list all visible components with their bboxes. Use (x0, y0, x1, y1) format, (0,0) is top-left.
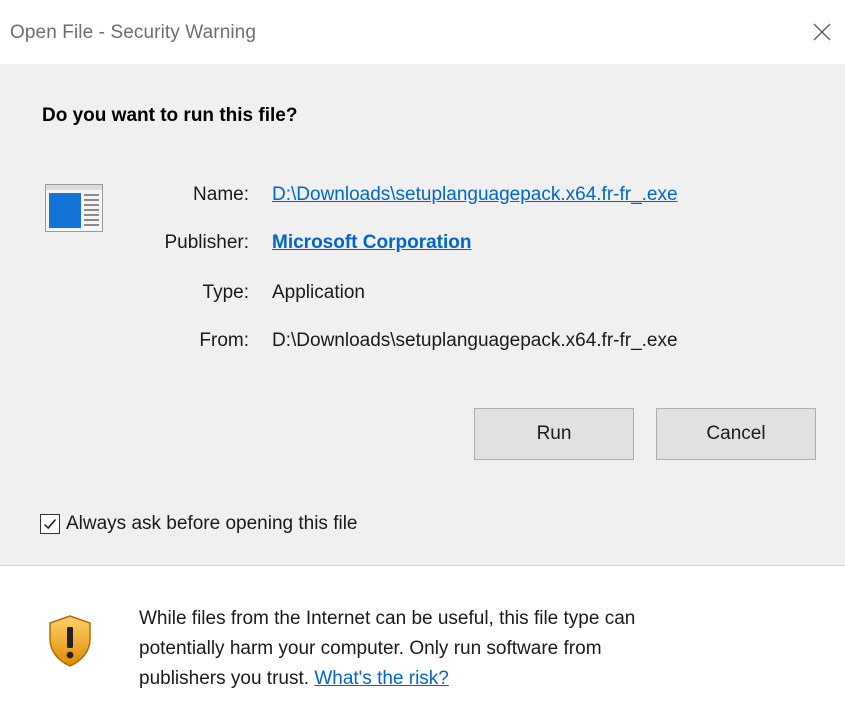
publisher-label: Publisher: (164, 232, 250, 253)
always-ask-checkbox-row[interactable]: Always ask before opening this file (40, 510, 358, 538)
warning-line-1: While files from the Internet can be use… (139, 608, 636, 629)
type-row: Type: Application (0, 282, 845, 312)
run-button[interactable]: Run (474, 408, 634, 460)
cancel-button[interactable]: Cancel (656, 408, 816, 460)
security-warning-dialog: Open File - Security Warning Do you want… (0, 0, 845, 721)
from-row: From: D:\Downloads\setuplanguagepack.x64… (0, 330, 845, 360)
window-title: Open File - Security Warning (10, 22, 257, 43)
always-ask-checkbox[interactable] (40, 514, 60, 534)
publisher-row: Publisher: Microsoft Corporation (0, 232, 845, 262)
file-name-link[interactable]: D:\Downloads\setuplanguagepack.x64.fr-fr… (272, 184, 678, 206)
warning-line-3: publishers you trust. What's the risk? (139, 664, 789, 694)
warning-line-2: potentially harm your computer. Only run… (139, 638, 602, 659)
publisher-link[interactable]: Microsoft Corporation (272, 232, 472, 254)
close-button[interactable] (799, 0, 845, 64)
dialog-heading: Do you want to run this file? (42, 105, 298, 126)
whats-the-risk-link[interactable]: What's the risk? (314, 668, 449, 689)
title-bar: Open File - Security Warning (0, 0, 845, 64)
name-label: Name: (193, 184, 249, 205)
warning-line-3-text: publishers you trust. (139, 668, 315, 689)
type-value: Application (272, 282, 365, 303)
always-ask-label: Always ask before opening this file (66, 513, 358, 534)
warning-message: While files from the Internet can be use… (139, 604, 789, 694)
from-value: D:\Downloads\setuplanguagepack.x64.fr-fr… (272, 330, 678, 351)
file-name-row: Name: D:\Downloads\setuplanguagepack.x64… (0, 184, 845, 214)
type-label: Type: (202, 282, 249, 303)
checkmark-icon (43, 519, 57, 530)
shield-warning-icon (49, 615, 91, 667)
from-label: From: (199, 330, 249, 351)
close-icon (813, 23, 831, 41)
